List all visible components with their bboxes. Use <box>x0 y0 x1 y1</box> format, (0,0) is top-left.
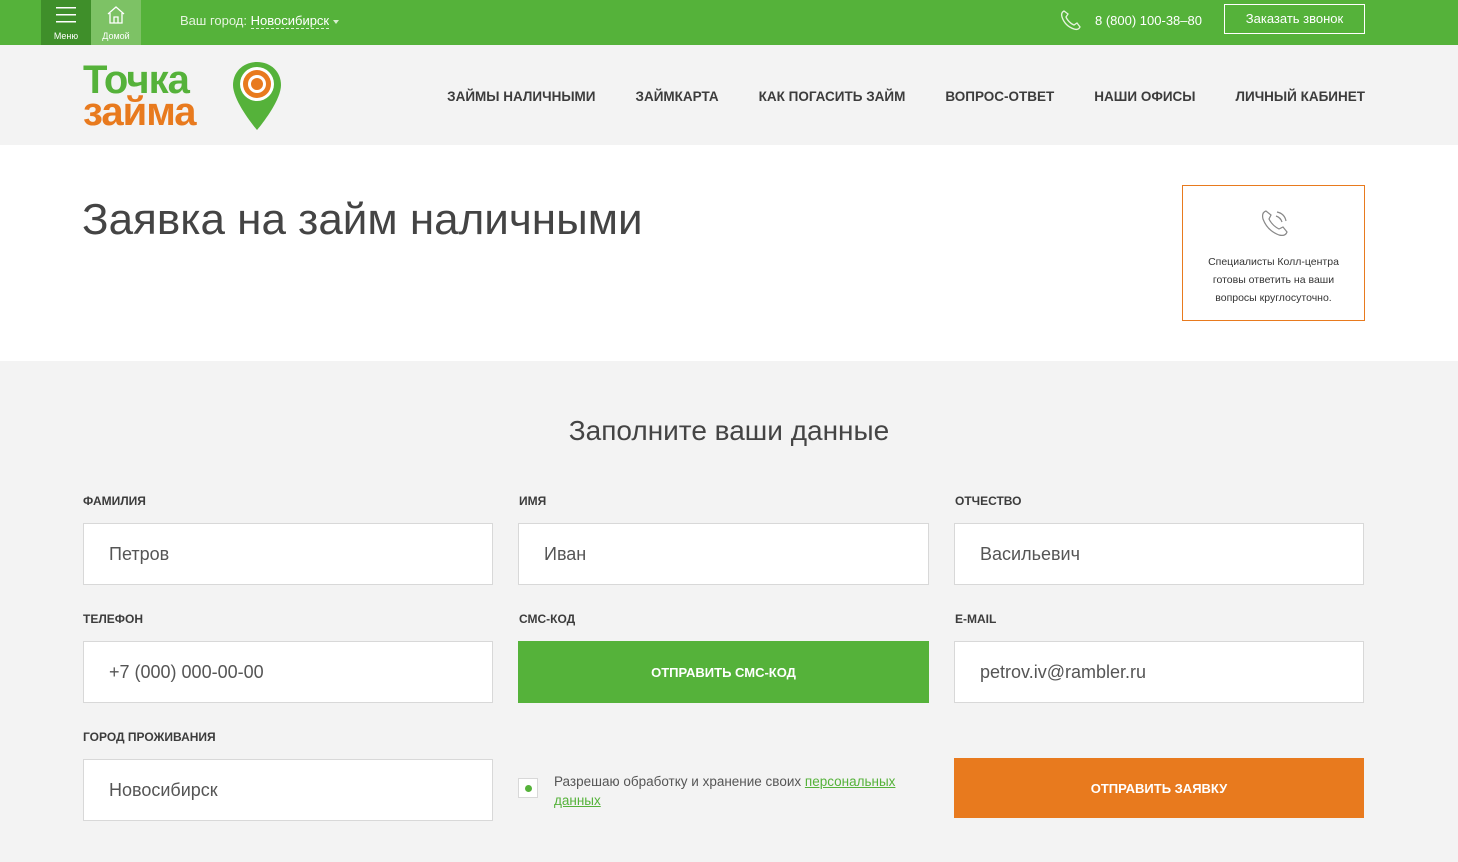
form-title: Заполните ваши данные <box>568 415 890 446</box>
callcenter-text: Специалисты Колл-центра готовы ответить … <box>1208 256 1339 304</box>
callcenter-info-box: Специалисты Колл-центра готовы ответить … <box>1182 185 1365 321</box>
title-section: Заявка на займ наличными Специалисты Кол… <box>0 145 1458 361</box>
main-nav: Займы наличными Займкарта Как погасить з… <box>447 89 1365 104</box>
caret-down-icon <box>333 19 340 24</box>
city-value[interactable]: Новосибирск <box>250 13 330 29</box>
sms-code-label: СМС-код <box>519 612 576 626</box>
nav-cash-loans[interactable]: Займы наличными <box>447 89 595 104</box>
consent-label: Разрешаю обработку и хранение своих <box>554 774 802 789</box>
nav-loan-card[interactable]: Займкарта <box>636 89 719 104</box>
menu-button[interactable]: Меню <box>41 0 91 45</box>
send-sms-code-button[interactable]: Отправить СМС-код <box>518 641 929 703</box>
phone-input[interactable] <box>83 641 493 703</box>
logo[interactable]: Точка займа <box>83 60 283 132</box>
nav-how-to-repay[interactable]: Как погасить займ <box>759 89 906 104</box>
location-pin-icon <box>233 62 281 130</box>
consent-text: Разрешаю обработку и хранение своих перс… <box>554 772 934 810</box>
middlename-label: Отчество <box>955 494 1022 508</box>
submit-application-button[interactable]: Отправить заявку <box>954 758 1364 818</box>
home-label: Домой <box>102 31 130 41</box>
email-label: E-mail <box>955 612 997 626</box>
phone-call-icon <box>1262 210 1288 236</box>
home-icon <box>107 6 125 24</box>
menu-label: Меню <box>53 31 79 41</box>
phone-label: Телефон <box>83 612 143 626</box>
header: Точка займа Займы наличными Займкарта Ка… <box>0 45 1458 145</box>
middlename-input[interactable] <box>954 523 1364 585</box>
firstname-label: Имя <box>519 494 547 508</box>
phone-number[interactable]: 8 (800) 100-38–80 <box>1095 13 1202 28</box>
phone-icon <box>1060 10 1081 31</box>
nav-faq[interactable]: Вопрос-ответ <box>945 89 1054 104</box>
callback-button[interactable]: Заказать звонок <box>1224 4 1365 34</box>
page-title: Заявка на займ наличными <box>82 195 643 244</box>
hamburger-icon <box>56 7 76 23</box>
city-selector[interactable]: Ваш город: Новосибирск <box>180 13 340 29</box>
top-bar: Меню Домой Ваш город: Новосибирск 8 (800… <box>0 0 1458 45</box>
consent-checkbox[interactable] <box>518 778 538 798</box>
firstname-input[interactable] <box>518 523 929 585</box>
checkbox-checked-dot <box>525 785 532 792</box>
city-label: Город проживания <box>83 730 216 744</box>
city-input[interactable] <box>83 759 493 821</box>
logo-line2: займа <box>83 90 196 134</box>
lastname-label: Фамилия <box>83 494 146 508</box>
lastname-input[interactable] <box>83 523 493 585</box>
city-prefix: Ваш город: <box>180 13 247 28</box>
nav-offices[interactable]: Наши офисы <box>1094 89 1195 104</box>
email-input[interactable] <box>954 641 1364 703</box>
nav-account[interactable]: Личный кабинет <box>1236 89 1365 104</box>
home-button[interactable]: Домой <box>91 0 141 45</box>
